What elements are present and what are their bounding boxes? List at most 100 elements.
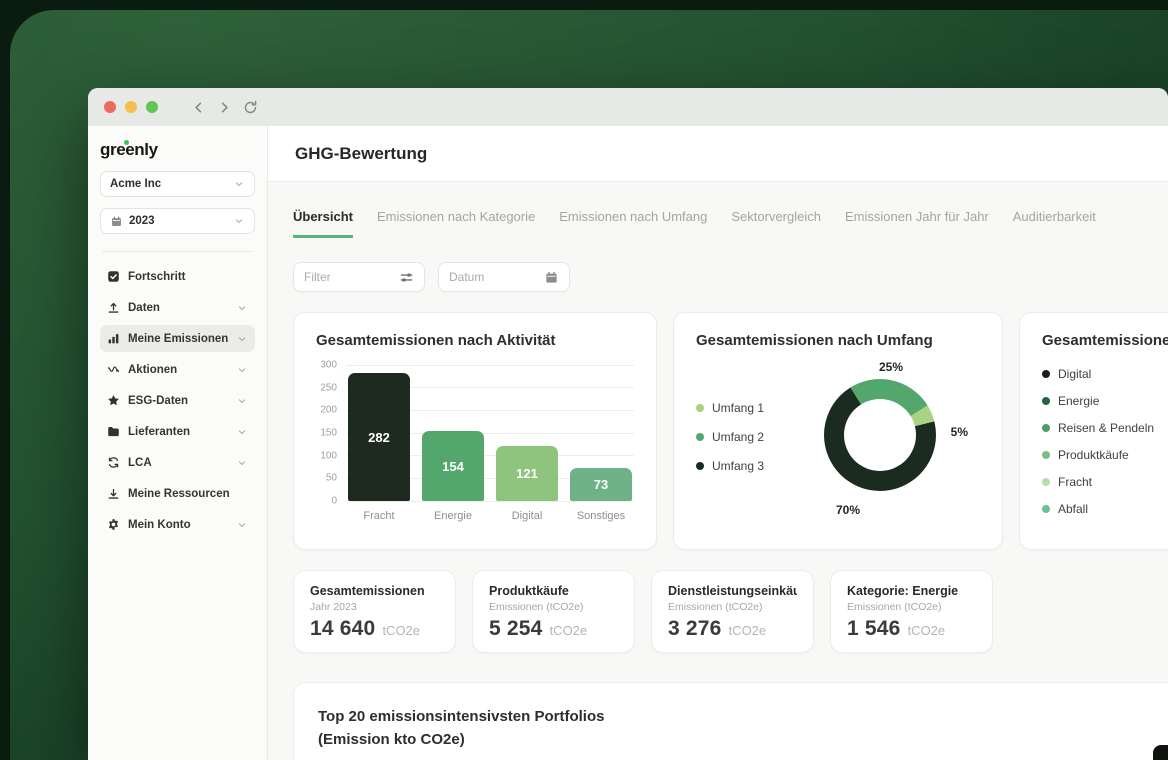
filter-input-box [293, 262, 425, 292]
legend-label: Energie [1058, 394, 1099, 408]
sidebar-item-aktionen[interactable]: Aktionen [100, 356, 255, 383]
x-axis-label: Digital [496, 510, 558, 522]
chevron-down-icon [233, 178, 245, 190]
folder-icon [107, 425, 120, 438]
bar-chart-x-labels: FrachtEnergieDigitalSonstiges [346, 510, 634, 522]
tab-emissionen-nach-umfang[interactable]: Emissionen nach Umfang [559, 209, 707, 238]
tab-übersicht[interactable]: Übersicht [293, 209, 353, 238]
sidebar-item-label: ESG-Daten [128, 395, 228, 407]
minimize-window-button[interactable] [125, 101, 137, 113]
sidebar-item-esg-daten[interactable]: ESG-Daten [100, 387, 255, 414]
download-icon [107, 487, 120, 500]
stat-card-gesamtemissionen: GesamtemissionenJahr 202314 640tCO2e [293, 570, 456, 653]
stat-card-subtitle: Emissionen (tCO2e) [489, 601, 618, 613]
forward-arrow-icon[interactable] [217, 100, 232, 115]
back-arrow-icon[interactable] [191, 100, 206, 115]
stat-card-produktkäufe: ProduktkäufeEmissionen (tCO2e)5 254tCO2e [472, 570, 635, 653]
donut-chart: 25%5%70% [824, 379, 936, 491]
category-legend: Digital Energie Reisen & Pendeln Produktkäu… [1042, 367, 1168, 516]
datum-input-box [438, 262, 570, 292]
sidebar-item-mein-konto[interactable]: Mein Konto [100, 511, 255, 538]
tab-auditierbarkeit[interactable]: Auditierbarkeit [1013, 209, 1096, 238]
bar-chart-plot: 282 154 121 73 [346, 365, 634, 501]
stat-card-unit: tCO2e [908, 623, 946, 638]
legend-dot [1042, 451, 1050, 459]
sidebar-item-meine-ressourcen[interactable]: Meine Ressourcen [100, 480, 255, 507]
legend-item-umfang-3: Umfang 3 [696, 459, 764, 473]
bar-value-label: 154 [442, 459, 464, 474]
page-header: GHG-Bewertung [268, 126, 1168, 182]
legend-label: Umfang 1 [712, 401, 764, 415]
legend-label: Umfang 3 [712, 459, 764, 473]
browser-toolbar [88, 88, 1168, 126]
greenly-logo: greenly [100, 140, 158, 160]
chat-widget-button[interactable] [1153, 745, 1168, 760]
donut-legend: Umfang 1Umfang 2Umfang 3 [696, 401, 764, 473]
checkbox-checked-icon [107, 270, 120, 283]
bar-value-label: 282 [368, 430, 390, 445]
stat-card-title: Kategorie: Energie [847, 584, 976, 598]
bar-chart-title: Gesamtemissionen nach Aktivität [316, 332, 634, 349]
legend-label: Produktkäufe [1058, 448, 1129, 462]
chevron-down-icon [236, 333, 248, 345]
legend-dot [1042, 505, 1050, 513]
bar-fracht: 282 [348, 373, 410, 501]
legend-item-abfall: Abfall [1042, 502, 1168, 516]
year-selector[interactable]: 2023 [100, 208, 255, 234]
chevron-down-icon [236, 519, 248, 531]
filter-row [293, 262, 1168, 292]
tab-emissionen-nach-kategorie[interactable]: Emissionen nach Kategorie [377, 209, 535, 238]
tab-sektorvergleich[interactable]: Sektorvergleich [731, 209, 821, 238]
stat-cards-row: GesamtemissionenJahr 202314 640tCO2eProd… [293, 570, 1168, 653]
sidebar-item-meine-emissionen[interactable]: Meine Emissionen [100, 325, 255, 352]
legend-label: Abfall [1058, 502, 1088, 516]
stat-card-value: 3 276 [668, 617, 722, 641]
browser-nav-buttons [191, 100, 258, 115]
legend-dot [1042, 397, 1050, 405]
stat-card-unit: tCO2e [550, 623, 588, 638]
tab-emissionen-jahr-für-jahr[interactable]: Emissionen Jahr für Jahr [845, 209, 989, 238]
x-axis-label: Fracht [348, 510, 410, 522]
filter-input[interactable] [304, 270, 391, 284]
donut-slice-label-umfang-1: 5% [951, 425, 968, 439]
stat-card-subtitle: Emissionen (tCO2e) [668, 601, 797, 613]
sidebar-item-lieferanten[interactable]: Lieferanten [100, 418, 255, 445]
stat-card-unit: tCO2e [382, 623, 420, 638]
maximize-window-button[interactable] [146, 101, 158, 113]
star-icon [107, 394, 120, 407]
sidebar-item-label: Fortschritt [128, 271, 248, 283]
legend-item-digital: Digital [1042, 367, 1168, 381]
close-window-button[interactable] [104, 101, 116, 113]
content: Übersicht Emissionen nach Kategorie Emissi… [268, 182, 1168, 760]
sidebar-item-label: Meine Emissionen [128, 333, 228, 345]
category-chart-title: Gesamtemissionen [1042, 332, 1168, 349]
sidebar-nav: Fortschritt Daten Meine Emissionen Aktionen… [100, 263, 255, 538]
x-axis-label: Energie [422, 510, 484, 522]
legend-dot [1042, 370, 1050, 378]
sidebar-item-label: Aktionen [128, 364, 228, 376]
legend-dot [1042, 478, 1050, 486]
chevron-down-icon [236, 457, 248, 469]
portfolios-card-title-line2: (Emission kto CO2e) [318, 729, 1168, 752]
legend-label: Fracht [1058, 475, 1092, 489]
portfolios-card-title-line1: Top 20 emissionsintensivsten Portfolios [318, 706, 1168, 729]
bar-value-label: 121 [516, 466, 538, 481]
chevron-down-icon [233, 215, 245, 227]
sidebar-item-label: Lieferanten [128, 426, 228, 438]
y-axis-tick: 100 [320, 450, 337, 461]
sidebar-item-daten[interactable]: Daten [100, 294, 255, 321]
legend-label: Reisen & Pendeln [1058, 421, 1154, 435]
legend-item-energie: Energie [1042, 394, 1168, 408]
sidebar-item-fortschritt[interactable]: Fortschritt [100, 263, 255, 290]
company-selector[interactable]: Acme Inc [100, 171, 255, 197]
bar-chart-card: Gesamtemissionen nach Aktivität 30025020… [293, 312, 657, 550]
page-title: GHG-Bewertung [295, 144, 427, 164]
datum-input[interactable] [449, 270, 536, 284]
sidebar-item-lca[interactable]: LCA [100, 449, 255, 476]
stat-card-kategorie-energie: Kategorie: EnergieEmissionen (tCO2e)1 54… [830, 570, 993, 653]
calendar-icon [110, 215, 123, 228]
reload-icon[interactable] [243, 100, 258, 115]
trend-icon [107, 363, 120, 376]
bar-sonstiges: 73 [570, 468, 632, 501]
sliders-icon [399, 270, 414, 285]
